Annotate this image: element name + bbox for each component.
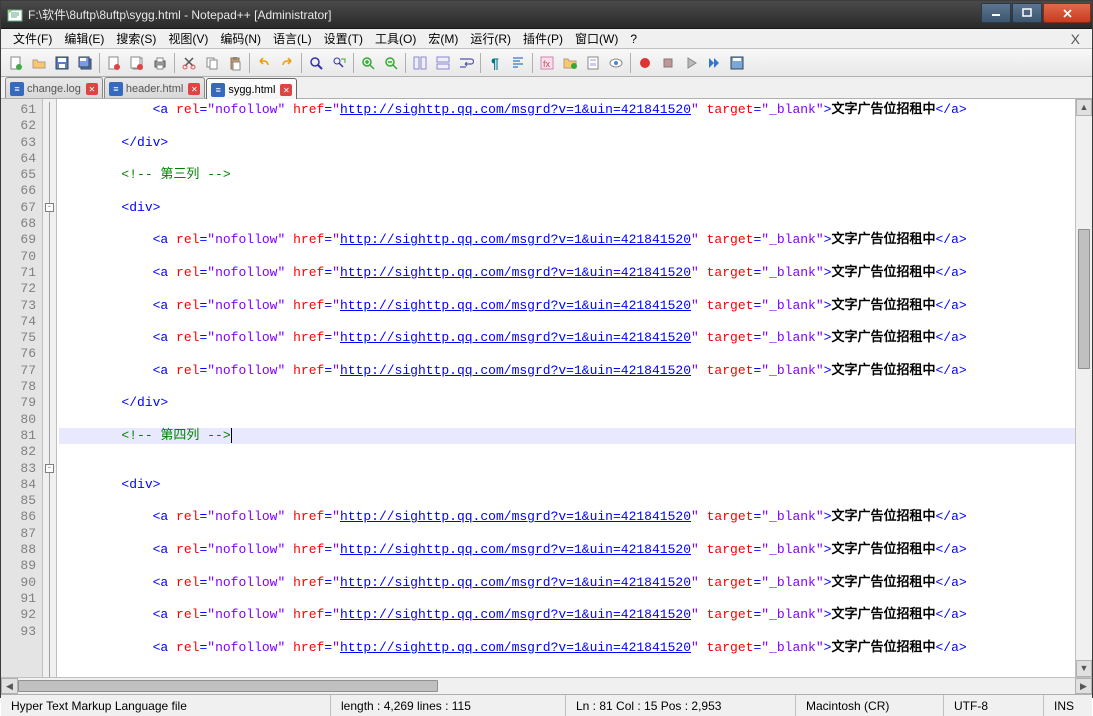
menubar: 文件(F) 编辑(E) 搜索(S) 视图(V) 编码(N) 语言(L) 设置(T… [1, 29, 1092, 49]
status-filetype: Hyper Text Markup Language file [1, 695, 331, 716]
vertical-scrollbar[interactable]: ▲ ▼ [1075, 99, 1092, 677]
window-controls [981, 3, 1092, 23]
save-macro-icon[interactable] [726, 52, 748, 74]
titlebar: F:\软件\8uftp\8uftp\sygg.html - Notepad++ … [1, 1, 1092, 29]
tab-label: change.log [27, 83, 81, 95]
print-icon[interactable] [149, 52, 171, 74]
menu-file[interactable]: 文件(F) [7, 28, 58, 49]
tab-label: header.html [126, 83, 183, 95]
close-button[interactable] [1043, 3, 1091, 23]
window-title: F:\软件\8uftp\8uftp\sygg.html - Notepad++ … [28, 6, 981, 23]
toolbar-separator [99, 53, 100, 73]
menu-help[interactable]: ? [624, 30, 643, 48]
toolbar-separator [249, 53, 250, 73]
menu-window[interactable]: 窗口(W) [569, 28, 624, 49]
toolbar-separator [174, 53, 175, 73]
replace-icon[interactable] [328, 52, 350, 74]
scroll-right-arrow[interactable]: ▶ [1075, 678, 1092, 694]
folder-tree-icon[interactable] [559, 52, 581, 74]
tab-close-icon[interactable]: ✕ [280, 84, 292, 96]
redo-icon[interactable] [276, 52, 298, 74]
toolbar-separator [301, 53, 302, 73]
doc-map-icon[interactable] [582, 52, 604, 74]
svg-text:fx: fx [543, 59, 551, 69]
status-length: length : 4,269 lines : 115 [331, 695, 566, 716]
monitor-icon[interactable] [605, 52, 627, 74]
menu-search[interactable]: 搜索(S) [110, 28, 162, 49]
zoom-in-icon[interactable] [357, 52, 379, 74]
toolbar-separator [480, 53, 481, 73]
stop-macro-icon[interactable] [657, 52, 679, 74]
scroll-thumb-v[interactable] [1078, 229, 1090, 369]
tab-sygg-html[interactable]: ≡sygg.html ✕ [206, 78, 297, 99]
new-file-icon[interactable] [5, 52, 27, 74]
toolbar-separator [630, 53, 631, 73]
undo-icon[interactable] [253, 52, 275, 74]
status-eol: Macintosh (CR) [796, 695, 944, 716]
record-macro-icon[interactable] [634, 52, 656, 74]
file-icon: ≡ [109, 82, 123, 96]
menu-tools[interactable]: 工具(O) [369, 28, 422, 49]
maximize-button[interactable] [1012, 3, 1042, 23]
zoom-out-icon[interactable] [380, 52, 402, 74]
code-content[interactable]: <a rel="nofollow" href="http://sighttp.q… [57, 99, 1092, 677]
status-encoding: UTF-8 [944, 695, 1044, 716]
tab-close-icon[interactable]: ✕ [86, 83, 98, 95]
minimize-button[interactable] [981, 3, 1011, 23]
menu-encoding[interactable]: 编码(N) [214, 28, 267, 49]
tab-close-icon[interactable]: ✕ [188, 83, 200, 95]
play-multi-icon[interactable] [703, 52, 725, 74]
tab-label: sygg.html [228, 84, 275, 96]
tabbar: ≡change.log✕ ≡header.html✕ ≡sygg.html✕ [1, 77, 1092, 99]
file-icon: ≡ [10, 82, 24, 96]
horizontal-scrollbar[interactable]: ◀ ▶ [1, 677, 1092, 694]
menu-settings[interactable]: 设置(T) [318, 28, 369, 49]
status-position: Ln : 81 Col : 15 Pos : 2,953 [566, 695, 796, 716]
editor-area: 6162636465666768697071727374757677787980… [1, 99, 1092, 677]
sync-v-icon[interactable] [409, 52, 431, 74]
file-icon: ≡ [211, 83, 225, 97]
menu-run[interactable]: 运行(R) [464, 28, 517, 49]
func-list-icon[interactable]: fx [536, 52, 558, 74]
save-all-icon[interactable] [74, 52, 96, 74]
fold-column[interactable]: -- [43, 99, 57, 677]
scroll-left-arrow[interactable]: ◀ [1, 678, 18, 694]
close-file-icon[interactable] [103, 52, 125, 74]
paste-icon[interactable] [224, 52, 246, 74]
scroll-up-arrow[interactable]: ▲ [1076, 99, 1092, 116]
app-icon [7, 7, 23, 23]
menu-close-icon[interactable]: X [1065, 31, 1086, 47]
open-file-icon[interactable] [28, 52, 50, 74]
scroll-thumb-h[interactable] [18, 680, 438, 692]
menu-macro[interactable]: 宏(M) [422, 28, 464, 49]
close-all-icon[interactable] [126, 52, 148, 74]
toolbar-separator [405, 53, 406, 73]
wrap-icon[interactable] [455, 52, 477, 74]
tab-change-log[interactable]: ≡change.log ✕ [5, 77, 103, 98]
copy-icon[interactable] [201, 52, 223, 74]
status-insert-mode: INS [1044, 695, 1092, 716]
sync-h-icon[interactable] [432, 52, 454, 74]
find-icon[interactable] [305, 52, 327, 74]
play-macro-icon[interactable] [680, 52, 702, 74]
menu-language[interactable]: 语言(L) [267, 28, 318, 49]
scroll-down-arrow[interactable]: ▼ [1076, 660, 1092, 677]
menu-edit[interactable]: 编辑(E) [58, 28, 110, 49]
tab-header-html[interactable]: ≡header.html ✕ [104, 77, 205, 98]
toolbar-separator [353, 53, 354, 73]
menu-view[interactable]: 视图(V) [162, 28, 214, 49]
show-all-chars-icon[interactable]: ¶ [484, 52, 506, 74]
line-number-gutter[interactable]: 6162636465666768697071727374757677787980… [1, 99, 43, 677]
toolbar-separator [532, 53, 533, 73]
toolbar: ¶ fx [1, 49, 1092, 77]
save-icon[interactable] [51, 52, 73, 74]
menu-plugins[interactable]: 插件(P) [517, 28, 569, 49]
statusbar: Hyper Text Markup Language file length :… [1, 694, 1092, 716]
indent-guide-icon[interactable] [507, 52, 529, 74]
cut-icon[interactable] [178, 52, 200, 74]
